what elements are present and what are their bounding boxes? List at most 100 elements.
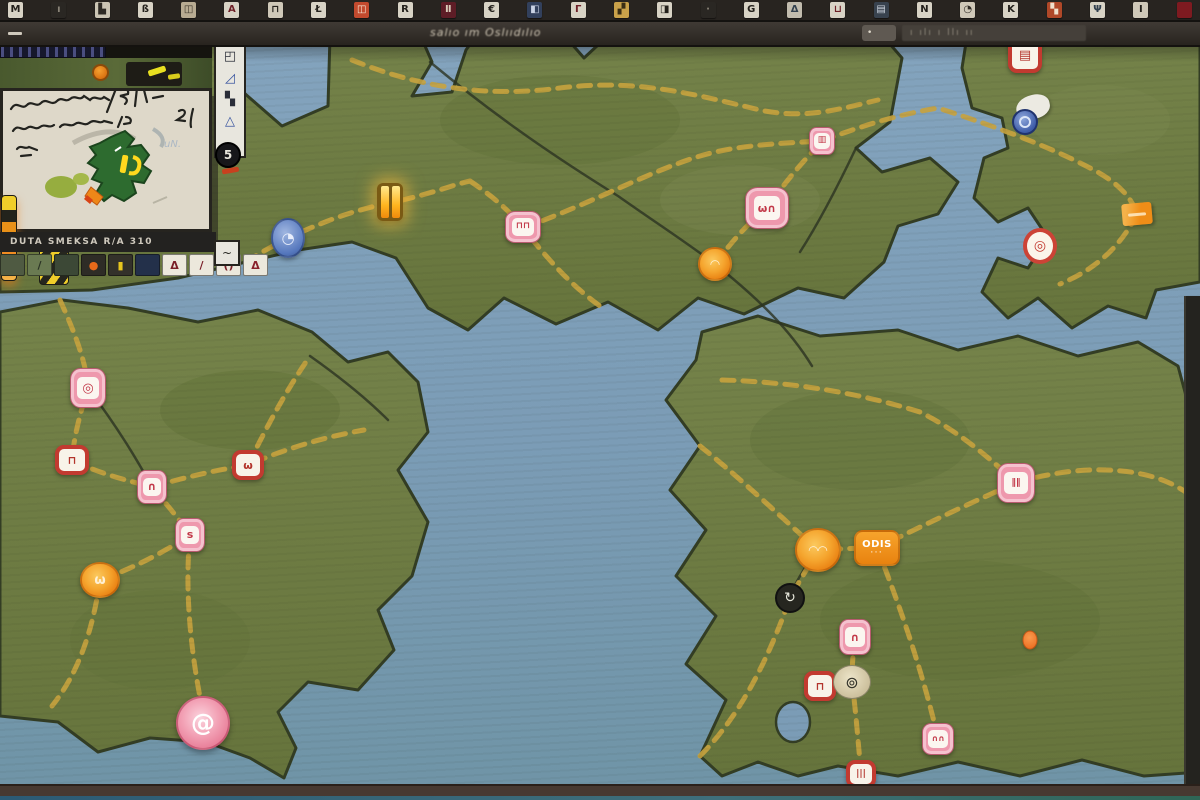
map-marker-waypoint[interactable]: ↻ — [775, 583, 805, 613]
blue-ring — [1012, 109, 1038, 135]
menu-left-mark — [8, 32, 22, 35]
map-marker-camp-large[interactable]: ◠◠ — [795, 528, 841, 572]
menu-title-text: salıo ım Oslııdılıo — [430, 26, 542, 39]
toolbar-icon[interactable]: ⊔ — [830, 2, 845, 18]
map-marker-shrine[interactable]: ∥∥ — [997, 463, 1035, 503]
toolbar-icon[interactable]: ◧ — [527, 2, 542, 18]
toolbar-icon[interactable]: · — [701, 2, 716, 18]
toolbar-icon[interactable]: M — [8, 2, 23, 18]
map-marker-ring-post[interactable]: ◎ — [1023, 228, 1057, 264]
side-tool-icon[interactable]: ▚ — [225, 93, 235, 106]
toolbar-icon[interactable]: ◫ — [354, 2, 369, 18]
map-marker-camp[interactable]: ω — [80, 562, 120, 598]
toolbar-icon[interactable]: ß — [138, 2, 153, 18]
panel-action-tile[interactable] — [135, 254, 160, 276]
map-marker-shrine[interactable]: s — [175, 518, 205, 552]
red-dash-mark — [222, 167, 240, 175]
minimap-drawing — [3, 91, 209, 229]
icon-toolbar: Mı ▙ ß ◫ A ⊓ Ł ◫ R Ⅱ € ◧ Γ ▞ ◨ · G Δ ⊔ ▤ N ◔ K ▚ Ψ Ⅰ — [0, 0, 1200, 22]
toolbar-icon[interactable]: € — [484, 2, 499, 18]
toolbar-icon[interactable]: ⊓ — [268, 2, 283, 18]
marker-glyph: ω∩ — [754, 196, 781, 219]
map-marker-shrine[interactable]: ∩ — [839, 619, 871, 655]
panel-action-tile[interactable] — [54, 254, 79, 276]
map-marker-depot[interactable]: ODIS··· — [854, 530, 900, 566]
toolbar-icon[interactable]: A — [224, 2, 239, 18]
toolbar-icon[interactable]: ◨ — [657, 2, 672, 18]
toolbar-icon[interactable]: ▙ — [95, 2, 110, 18]
marker-glyph: ∩∩ — [928, 730, 947, 747]
panel-action-tile[interactable]: Δ — [243, 254, 268, 276]
map-marker-shrine[interactable]: ∩∩ — [922, 723, 954, 755]
map-marker-flag[interactable] — [1121, 202, 1153, 227]
panel-side-toolbar: ◰◿▚△▂ — [214, 42, 246, 158]
map-marker-blue-harbor[interactable]: ◔ — [271, 218, 305, 258]
toolbar-icon[interactable]: Ψ — [1090, 2, 1105, 18]
watermark-text: uN. — [164, 139, 181, 150]
toolbar-icon[interactable]: ◔ — [960, 2, 975, 18]
map-marker-camp[interactable]: ◠ — [698, 247, 732, 281]
map-marker-shrine[interactable]: ω∩ — [745, 187, 789, 229]
toolbar-icon[interactable]: Ⅱ — [441, 2, 456, 18]
side-tool-icon[interactable]: ◰ — [224, 50, 236, 63]
toolbar-icon[interactable]: K — [1003, 2, 1018, 18]
menu-dot-button[interactable]: • — [862, 25, 896, 41]
minimap-light-blob — [73, 173, 89, 185]
side-tool-icon[interactable]: ◿ — [225, 72, 235, 85]
toolbar-icon[interactable]: G — [744, 2, 759, 18]
map-marker-spiral-town[interactable]: @ — [176, 696, 230, 750]
toolbar-icon[interactable]: ▤ — [874, 2, 889, 18]
toolbar-icon[interactable]: Γ — [571, 2, 586, 18]
toolbar-icon[interactable]: Ⅰ — [1133, 2, 1148, 18]
marker-glyph: ∩ — [143, 478, 161, 497]
toolbar-icon[interactable]: Ł — [311, 2, 326, 18]
note-tool-tile[interactable]: ~ — [214, 240, 240, 266]
marker-sublabel: ··· — [871, 550, 884, 556]
panel-status-bar: DUTA SMEKSA R/A 310 — [0, 232, 216, 252]
marker-glyph: s — [181, 526, 199, 545]
minimap-light-blob — [45, 176, 77, 198]
toolbar-icon[interactable]: ▚ — [1047, 2, 1062, 18]
marker-glyph: ⊓⊓ — [512, 218, 534, 235]
toolbar-icon[interactable]: Δ — [787, 2, 802, 18]
pencil-mark — [153, 197, 167, 203]
marker-glyph: ◎ — [77, 377, 99, 399]
map-marker-shrine[interactable]: ◎ — [70, 368, 106, 408]
map-marker-shrine[interactable]: ∩ — [137, 470, 167, 504]
toolbar-icon[interactable]: R — [398, 2, 413, 18]
toolbar-icon[interactable] — [1177, 2, 1192, 18]
panel-action-tile[interactable] — [0, 254, 25, 276]
map-marker-shrine[interactable]: ⊓⊓ — [505, 211, 541, 243]
toolbar-icon[interactable]: ı — [51, 2, 66, 18]
minimap-panel: uN. DUTA SMEKSA R/A 310 / ●▮ Δ/()Δ ◰◿▚△▂… — [0, 42, 252, 282]
panel-action-tile[interactable]: / — [189, 254, 214, 276]
map-marker-shrine-small[interactable]: ▥ — [809, 127, 835, 155]
map-marker-ruin[interactable]: ⊚ — [833, 665, 871, 699]
panel-action-tile[interactable]: / — [27, 254, 52, 276]
bottom-water-strip — [0, 796, 1200, 800]
map-marker-lantern[interactable] — [377, 183, 403, 221]
orange-badge-icon[interactable] — [92, 64, 109, 81]
menu-dash-field[interactable]: ı ılı ı llı ıı — [902, 25, 1086, 41]
panel-action-tile[interactable]: ● — [81, 254, 106, 276]
minimap-body[interactable]: uN. — [0, 88, 212, 232]
menu-bar: salıo ım Oslııdılıo • ı ılı ı llı ıı — [0, 22, 1200, 47]
bottom-frame-bar — [0, 784, 1200, 800]
map-marker-fort[interactable]: ω — [232, 450, 264, 480]
marker-glyph: ∩ — [845, 627, 864, 647]
panel-action-tile[interactable]: ▮ — [108, 254, 133, 276]
panel-action-tile[interactable]: Δ — [162, 254, 187, 276]
toolbar-icon[interactable]: ▞ — [614, 2, 629, 18]
map-marker-fort[interactable]: ⊓ — [55, 445, 89, 475]
minimap-island — [88, 131, 151, 201]
toolbar-icon[interactable]: N — [917, 2, 932, 18]
side-tool-icon[interactable]: △ — [225, 115, 235, 128]
right-frame-bar — [1184, 296, 1200, 788]
zoom-level-badge[interactable]: 5 — [215, 142, 241, 168]
map-marker-fort[interactable]: ⊓ — [804, 671, 836, 701]
toolbar-icon[interactable]: ◫ — [181, 2, 196, 18]
map-marker-small-node[interactable] — [1023, 631, 1038, 650]
marker-glyph: ∥∥ — [1004, 472, 1027, 494]
map-marker-harbor-blob[interactable] — [1012, 97, 1052, 133]
map-application-window: ◔⊓⊓◠ω∩▥▤◎◎⊓∩ωsω@◠◠ODIS···↻∩⊓⊚∩∩|||∥∥ — [0, 0, 1200, 800]
